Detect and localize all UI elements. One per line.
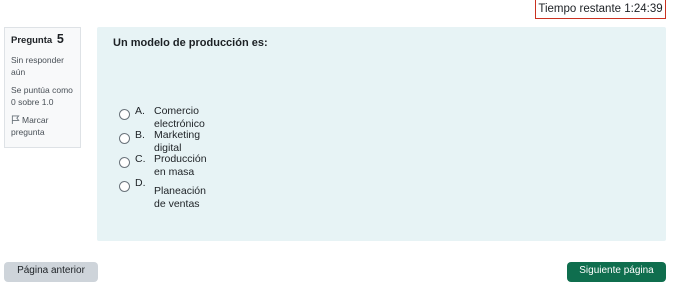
question-number: Pregunta 5: [11, 32, 74, 48]
answer-letter-b: B.: [135, 129, 145, 141]
radio-button-a[interactable]: [119, 109, 130, 120]
question-status: Sin responder aún: [11, 55, 64, 77]
flag-question-button[interactable]: Marcar pregunta: [11, 114, 74, 138]
radio-button-c[interactable]: [119, 157, 130, 168]
question-info-panel: Pregunta 5 Sin responder aún Se puntúa c…: [4, 27, 81, 148]
question-score: Se puntúa como 0 sobre 1.0: [11, 85, 73, 107]
timer-value: 1:24:39: [624, 3, 663, 15]
answer-letter-d: D.: [135, 177, 146, 189]
answer-label-d: Planeación de ventas: [154, 185, 206, 210]
timer-label: Tiempo restante: [538, 3, 622, 15]
question-content: Un modelo de producción es: A. Comercio …: [97, 27, 666, 241]
answer-label-b: Marketing digital: [154, 129, 201, 154]
radio-button-d[interactable]: [119, 181, 130, 192]
radio-button-b[interactable]: [119, 133, 130, 144]
next-page-button[interactable]: Siguiente página: [567, 262, 666, 282]
previous-page-button[interactable]: Página anterior: [4, 262, 98, 282]
answer-letter-a: A.: [135, 105, 145, 117]
answer-letter-c: C.: [135, 153, 146, 165]
question-text: Un modelo de producción es:: [113, 37, 268, 49]
timer: Tiempo restante 1:24:39: [535, 0, 666, 19]
answer-label-a: Comercio electrónico: [154, 105, 205, 130]
question-number-value: 5: [56, 32, 64, 46]
question-number-label: Pregunta: [11, 35, 53, 46]
flag-icon: [11, 115, 20, 124]
answer-label-c: Producción en masa: [154, 153, 207, 178]
